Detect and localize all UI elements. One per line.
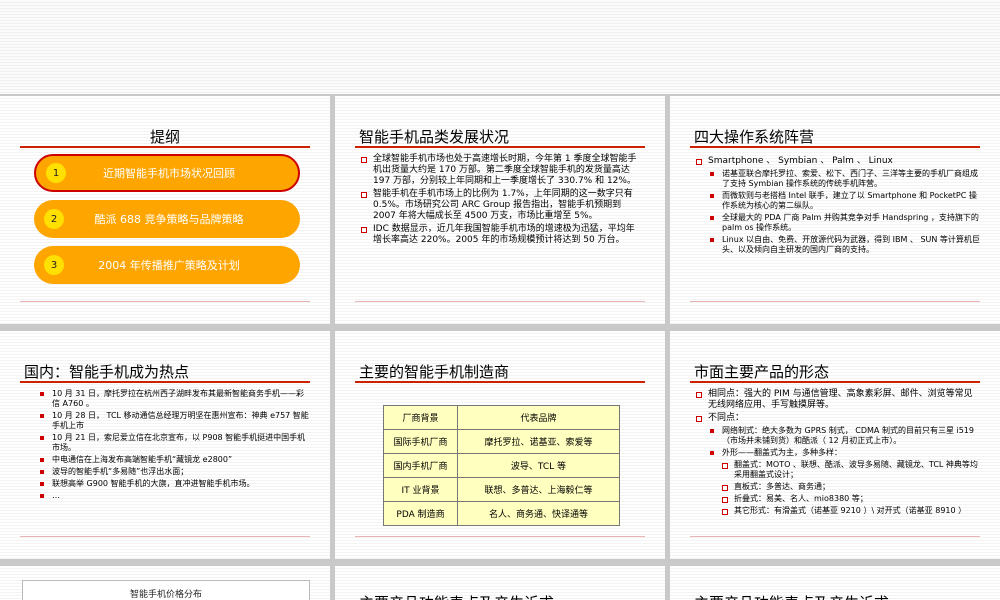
table-cell: 国内手机厂商 xyxy=(383,453,458,478)
slide-price[interactable]: 智能手机价格分布 xyxy=(0,566,330,600)
outline-item-1[interactable]: 1 近期智能手机市场状况回顾 xyxy=(34,154,300,192)
top-band xyxy=(0,0,1000,94)
outline-item-3[interactable]: 3 2004 年传播推广策略及计划 xyxy=(34,246,300,284)
list-item: 外形——翻盖式为主，多种多样： xyxy=(694,448,980,458)
slide-category[interactable]: 智能手机品类发展状况 全球智能手机市场也处于高速增长时期，今年第 1 季度全球智… xyxy=(335,96,665,324)
title-rule xyxy=(690,146,980,148)
item-number: 3 xyxy=(44,255,64,275)
bullet-list: 相同点：强大的 PIM 与通信管理、高象素彩屏、邮件、浏览等常见无线网络应用、手… xyxy=(694,389,980,518)
table-header-cell: 代表品牌 xyxy=(457,405,620,430)
list-item: 波导的智能手机“多易随”也浮出水面； xyxy=(38,467,310,477)
bullet-list: 10 月 31 日，摩托罗拉在杭州西子湖畔发布其最新智能商务手机——彩信 A76… xyxy=(38,389,310,503)
table-cell: 波导、TCL 等 xyxy=(457,453,620,478)
bullet-list: 全球智能手机市场也处于高速增长时期，今年第 1 季度全球智能手机出货量大约是 1… xyxy=(359,154,641,248)
list-item: 不同点： xyxy=(694,413,980,424)
slide-title: 国内：智能手机成为热点 xyxy=(24,363,190,381)
slide-domestic[interactable]: 国内：智能手机成为热点 10 月 31 日，摩托罗拉在杭州西子湖畔发布其最新智能… xyxy=(0,331,330,559)
bottom-rule xyxy=(690,301,980,302)
table-header-row: 厂商背景 代表品牌 xyxy=(383,405,620,430)
title-rule xyxy=(20,146,310,148)
title-rule xyxy=(355,146,645,148)
list-item: IDC 数据显示，近几年我国智能手机市场的增速极为迅猛，平均年增长率高达 220… xyxy=(359,224,641,246)
table-cell: 国际手机厂商 xyxy=(383,429,458,454)
item-number: 2 xyxy=(44,209,64,229)
bullet-list: Smartphone 、 Symbian 、 Palm 、 Linux 诺基亚联… xyxy=(694,156,980,257)
list-item: 10 月 21 日，索尼爱立信在北京宣布，以 P908 智能手机挺进中国手机市场… xyxy=(38,433,310,453)
slide-feature-a[interactable]: 主要产品功能表点及产生诉求 xyxy=(335,566,665,600)
item-label: 2004 年传播推广策略及计划 xyxy=(98,259,240,272)
list-item: … xyxy=(38,491,310,501)
list-item: 10 月 28 日， TCL 移动通信总经理万明坚在惠州宣布：神典 e757 智… xyxy=(38,411,310,431)
outline-item-2[interactable]: 2 酷派 688 竞争策略与品牌策略 xyxy=(34,200,300,238)
list-item: 直板式：多普达、商务通； xyxy=(694,482,980,492)
bottom-rule xyxy=(20,301,310,302)
list-item: 网络制式：绝大多数为 GPRS 制式， CDMA 制式的目前只有三星 i519 … xyxy=(694,426,980,446)
price-chart: 智能手机价格分布 xyxy=(22,580,310,600)
list-item: 智能手机在手机市场上的比例为 1.7%，上年同期的这一数字只有 0.5%。市场研… xyxy=(359,189,641,222)
list-item: 诺基亚联合摩托罗拉、索爱、松下、西门子、三洋等主要的手机厂商组成了支持 Symb… xyxy=(694,169,980,189)
table-cell: PDA 制造商 xyxy=(383,501,458,526)
item-number: 1 xyxy=(46,163,66,183)
chart-title: 智能手机价格分布 xyxy=(129,590,202,600)
bottom-rule xyxy=(355,301,645,302)
title-rule xyxy=(690,381,980,383)
slide-title: 主要产品功能表点及产生诉求 xyxy=(359,592,554,600)
list-item: 相同点：强大的 PIM 与通信管理、高象素彩屏、邮件、浏览等常见无线网络应用、手… xyxy=(694,389,980,411)
slide-title: 提纲 xyxy=(150,128,181,146)
item-label: 酷派 688 竞争策略与品牌策略 xyxy=(94,213,244,226)
slide-title: 主要的智能手机制造商 xyxy=(359,363,510,381)
table-row: PDA 制造商 名人、商务通、快译通等 xyxy=(383,501,620,526)
slide-outline[interactable]: 提纲 1 近期智能手机市场状况回顾 2 酷派 688 竞争策略与品牌策略 3 2… xyxy=(0,96,330,324)
list-item: 全球最大的 PDA 厂商 Palm 并购其竞争对手 Handspring ，支持… xyxy=(694,213,980,233)
bottom-rule xyxy=(355,536,645,537)
table-row: 国际手机厂商 摩托罗拉、诺基亚、索爱等 xyxy=(383,429,620,454)
list-item: 联想高举 G900 智能手机的大旗，直冲进智能手机市场。 xyxy=(38,479,310,489)
slide-feature-b[interactable]: 主要产品功能表点及产生诉求 xyxy=(670,566,1000,600)
table-row: 国内手机厂商 波导、TCL 等 xyxy=(383,453,620,478)
item-label: 近期智能手机市场状况回顾 xyxy=(103,167,235,180)
table-cell: 摩托罗拉、诺基亚、索爱等 xyxy=(457,429,620,454)
list-item: Linux 以自由、免费、开放源代码为武器，得到 IBM 、 SUN 等计算机巨… xyxy=(694,235,980,255)
list-item: 10 月 31 日，摩托罗拉在杭州西子湖畔发布其最新智能商务手机——彩信 A76… xyxy=(38,389,310,409)
slide-os[interactable]: 四大操作系统阵营 Smartphone 、 Symbian 、 Palm 、 L… xyxy=(670,96,1000,324)
slide-title: 主要产品功能表点及产生诉求 xyxy=(694,592,889,600)
table-cell: 名人、商务通、快译通等 xyxy=(457,501,620,526)
list-item: 全球智能手机市场也处于高速增长时期，今年第 1 季度全球智能手机出货量大约是 1… xyxy=(359,154,641,187)
table-header-cell: 厂商背景 xyxy=(383,405,458,430)
list-item: 中电通信在上海发布高端智能手机“藏镜龙 e2800” xyxy=(38,455,310,465)
list-item: 而微软则与老搭档 Intel 联手，建立了以 Smartphone 和 Pock… xyxy=(694,191,980,211)
title-rule xyxy=(20,381,310,383)
list-item: 翻盖式：MOTO 、联想、酷派、波导多易随、藏镜龙、TCL 神典等均采用翻盖式设… xyxy=(694,460,980,480)
bottom-rule xyxy=(690,536,980,537)
slide-title: 四大操作系统阵营 xyxy=(694,128,815,146)
table-row: IT 业背景 联想、多普达、上海毅仁等 xyxy=(383,477,620,502)
list-item: Smartphone 、 Symbian 、 Palm 、 Linux xyxy=(694,156,980,167)
table-cell: 联想、多普达、上海毅仁等 xyxy=(457,477,620,502)
list-item: 其它形式：有滑盖式（诺基亚 9210 ）\ 对开式（诺基亚 8910 ） xyxy=(694,506,980,516)
table-cell: IT 业背景 xyxy=(383,477,458,502)
slide-title: 智能手机品类发展状况 xyxy=(359,128,510,146)
list-item: 折叠式：易美、名人、mio8380 等； xyxy=(694,494,980,504)
makers-table: 厂商背景 代表品牌 国际手机厂商 摩托罗拉、诺基亚、索爱等 国内手机厂商 波导、… xyxy=(383,405,620,526)
slide-title: 市面主要产品的形态 xyxy=(694,363,830,381)
slide-products[interactable]: 市面主要产品的形态 相同点：强大的 PIM 与通信管理、高象素彩屏、邮件、浏览等… xyxy=(670,331,1000,559)
bottom-rule xyxy=(20,536,310,537)
title-rule xyxy=(355,381,645,383)
